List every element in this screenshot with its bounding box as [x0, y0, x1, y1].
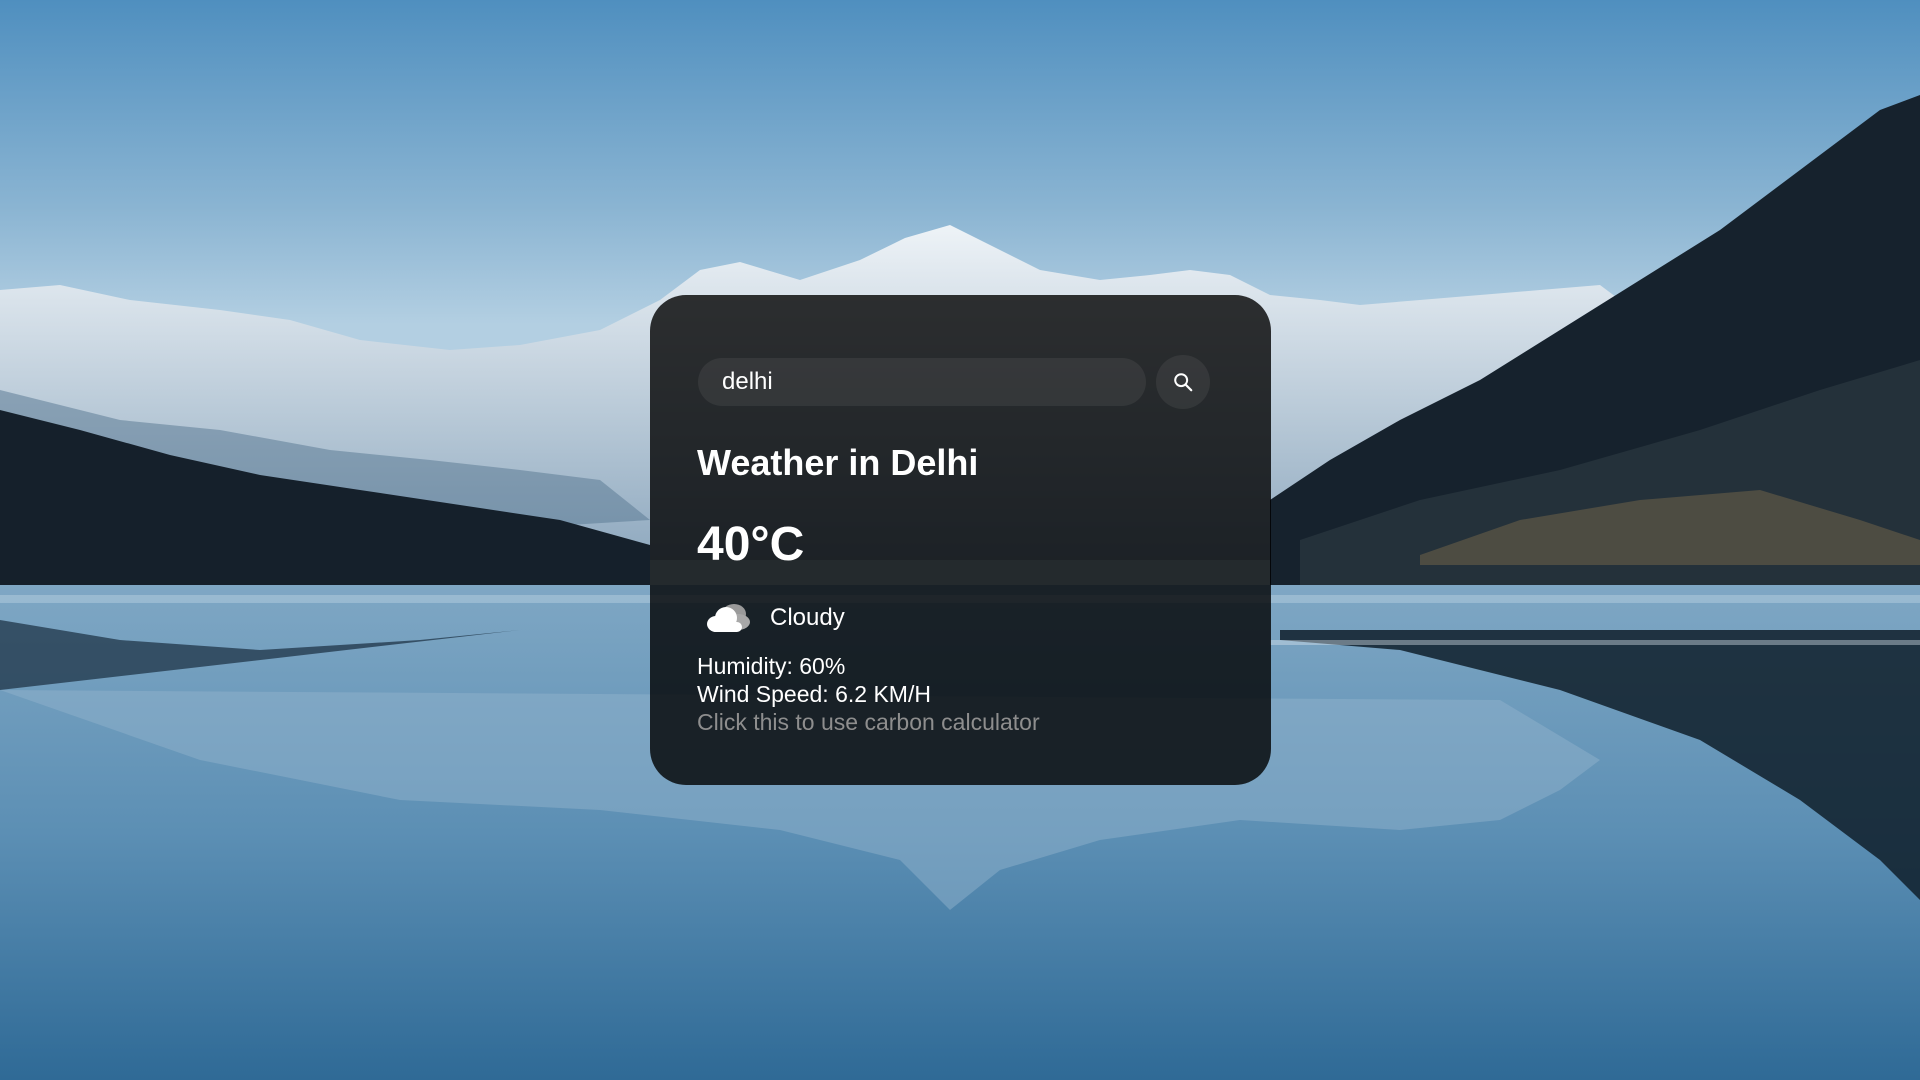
search-input[interactable] — [698, 358, 1146, 406]
temperature: 40°C — [697, 518, 805, 571]
carbon-calculator-link[interactable]: Click this to use carbon calculator — [697, 708, 1040, 736]
condition-label: Cloudy — [770, 604, 845, 631]
cloud-icon — [707, 604, 750, 632]
search-button[interactable] — [1156, 355, 1210, 409]
search-bar — [698, 355, 1210, 409]
weather-card: Weather in Delhi 40°C Cloudy Humidity: 6… — [650, 295, 1271, 785]
humidity-text: Humidity: 60% — [697, 653, 846, 679]
wind-speed-text: Wind Speed: 6.2 KM/H — [697, 681, 931, 707]
search-icon — [1174, 373, 1193, 392]
condition-row: Cloudy — [704, 600, 845, 636]
weather-title: Weather in Delhi — [697, 442, 979, 483]
